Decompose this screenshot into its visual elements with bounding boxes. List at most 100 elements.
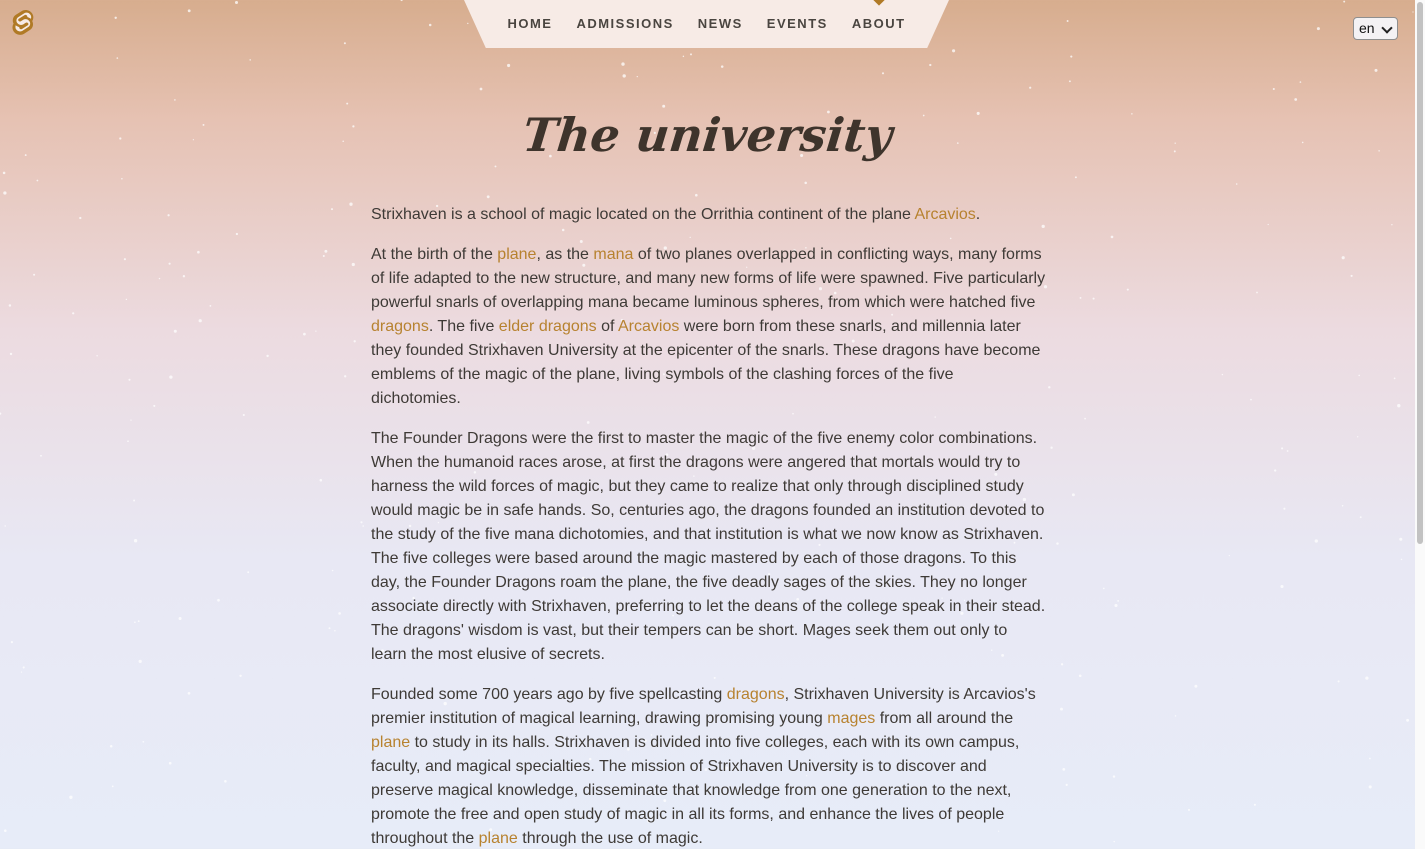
link-dragons[interactable]: dragons <box>727 686 785 703</box>
nav-item-news[interactable]: NEWS <box>686 0 755 48</box>
star-dot <box>168 761 172 765</box>
nav-item-admissions[interactable]: ADMISSIONS <box>564 0 685 48</box>
star-dot <box>353 340 356 343</box>
star-dot <box>1074 176 1077 179</box>
star-dot <box>4 525 6 527</box>
star-dot <box>1350 274 1353 277</box>
star-dot <box>1060 663 1064 666</box>
star-dot <box>881 72 885 75</box>
star-dot <box>1050 446 1053 449</box>
link-plane[interactable]: plane <box>497 246 536 263</box>
star-dot <box>1341 504 1344 507</box>
star-dot <box>178 616 182 621</box>
star-dot <box>1256 291 1258 294</box>
star-dot <box>133 539 138 543</box>
language-select-value: en <box>1359 20 1375 36</box>
text-run: . The five <box>428 318 499 335</box>
star-dot <box>158 277 161 280</box>
paragraph-1: Strixhaven is a school of magic located … <box>371 203 1047 227</box>
star-dot <box>8 304 12 307</box>
star-dot <box>167 214 170 217</box>
text-run: The Founder Dragons were the first to ma… <box>371 430 1046 663</box>
star-dot <box>331 569 334 572</box>
star-dot <box>362 525 364 527</box>
star-dot <box>234 0 239 5</box>
star-dot <box>1365 676 1369 680</box>
link-elder-dragons[interactable]: elder dragons <box>499 318 597 335</box>
star-dot <box>1393 377 1396 380</box>
star-dot <box>10 641 13 644</box>
star-dot <box>622 74 626 78</box>
star-dot <box>249 59 251 61</box>
star-dot <box>1368 785 1372 789</box>
star-dot <box>1221 373 1224 376</box>
star-dot <box>682 55 685 58</box>
link-plane[interactable]: plane <box>479 830 518 847</box>
text-run: through the use of magic. <box>517 830 703 847</box>
page-scrollbar[interactable] <box>1415 0 1425 849</box>
star-dot <box>127 440 129 443</box>
star-dot <box>0 412 2 415</box>
star-dot <box>114 16 117 19</box>
star-dot <box>153 404 156 407</box>
star-dot <box>1092 297 1095 300</box>
link-arcavios[interactable]: Arcavios <box>914 206 975 223</box>
nav-item-events[interactable]: EVENTS <box>755 0 840 48</box>
star-dot <box>479 87 483 91</box>
star-dot <box>1071 493 1075 497</box>
star-dot <box>952 49 956 53</box>
star-dot <box>1272 87 1275 91</box>
star-dot <box>1029 86 1032 89</box>
star-dot <box>315 330 317 332</box>
star-dot <box>1357 436 1359 438</box>
star-dot <box>173 329 177 333</box>
star-dot <box>1286 450 1289 452</box>
star-dot <box>182 275 186 278</box>
link-dragons[interactable]: dragons <box>371 318 429 335</box>
star-dot <box>1066 20 1069 22</box>
link-plane[interactable]: plane <box>371 734 410 751</box>
star-dot <box>133 499 136 502</box>
star-dot <box>134 621 136 623</box>
nav-item-about-label: ABOUT <box>851 16 906 31</box>
active-indicator-icon <box>873 0 885 6</box>
text-run: At the birth of the <box>371 246 498 263</box>
star-dot <box>1117 600 1119 602</box>
star-dot <box>351 262 355 267</box>
star-dot <box>1314 539 1318 543</box>
star-dot <box>96 355 98 357</box>
star-dot <box>137 620 140 623</box>
star-dot <box>247 571 250 574</box>
link-arcavios[interactable]: Arcavios <box>618 318 679 335</box>
star-dot <box>1060 707 1063 711</box>
star-dot <box>116 57 119 59</box>
star-dot <box>1194 684 1198 688</box>
star-dot <box>804 181 807 185</box>
page-title: The university <box>520 108 895 162</box>
star-dot <box>1065 783 1068 786</box>
star-dot <box>1337 680 1340 683</box>
star-dot <box>1114 603 1118 608</box>
star-dot <box>1084 417 1086 420</box>
star-dot <box>187 691 191 695</box>
star-dot <box>197 250 200 254</box>
star-dot <box>1391 224 1393 226</box>
star-dot <box>636 75 638 78</box>
star-dot <box>428 23 432 27</box>
nav-item-about[interactable]: ABOUT <box>840 0 918 48</box>
scrollbar-thumb[interactable] <box>1417 2 1423 544</box>
nav-item-home[interactable]: HOME <box>495 0 564 48</box>
language-select[interactable]: en <box>1353 17 1398 40</box>
star-dot <box>1068 80 1071 83</box>
star-dot <box>1299 81 1302 83</box>
star-dot <box>1253 803 1256 806</box>
text-run: , as the <box>536 246 594 263</box>
site-logo[interactable] <box>10 9 36 39</box>
link-mages[interactable]: mages <box>827 710 875 727</box>
link-mana[interactable]: mana <box>593 246 633 263</box>
star-dot <box>1274 469 1277 472</box>
star-dot <box>217 598 220 602</box>
star-dot <box>1110 235 1114 239</box>
star-dot <box>507 63 511 68</box>
star-dot <box>328 627 331 630</box>
